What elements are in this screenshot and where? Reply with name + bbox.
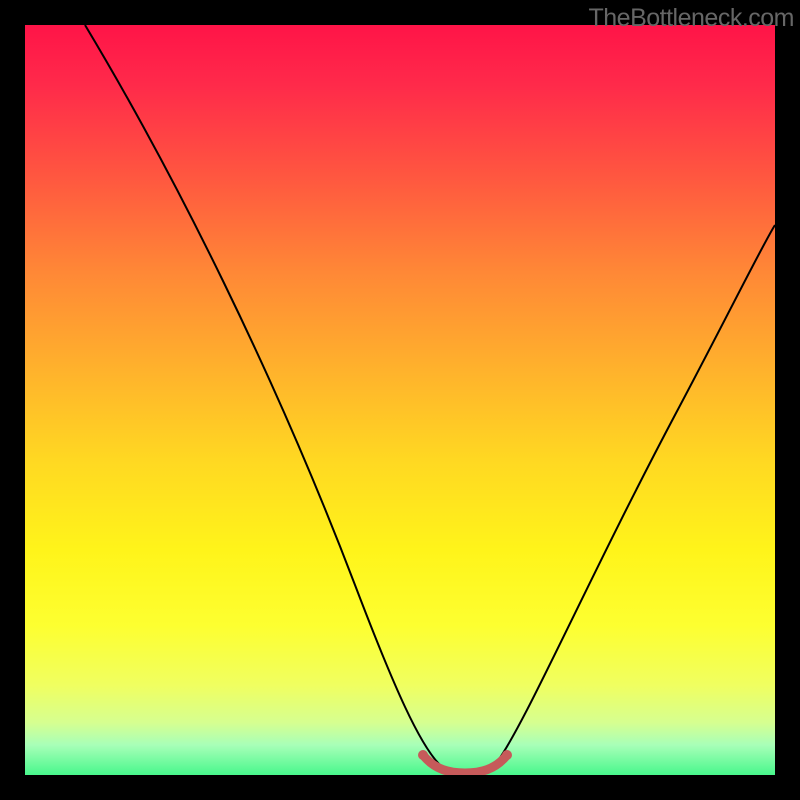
highlight-curve-segment <box>423 755 507 773</box>
chart-svg <box>25 25 775 775</box>
watermark-text: TheBottleneck.com <box>589 4 795 33</box>
bottleneck-chart: TheBottleneck.com <box>0 0 800 800</box>
highlight-point-left <box>418 750 428 760</box>
main-curve-line <box>85 25 775 773</box>
highlight-point-right <box>502 750 512 760</box>
